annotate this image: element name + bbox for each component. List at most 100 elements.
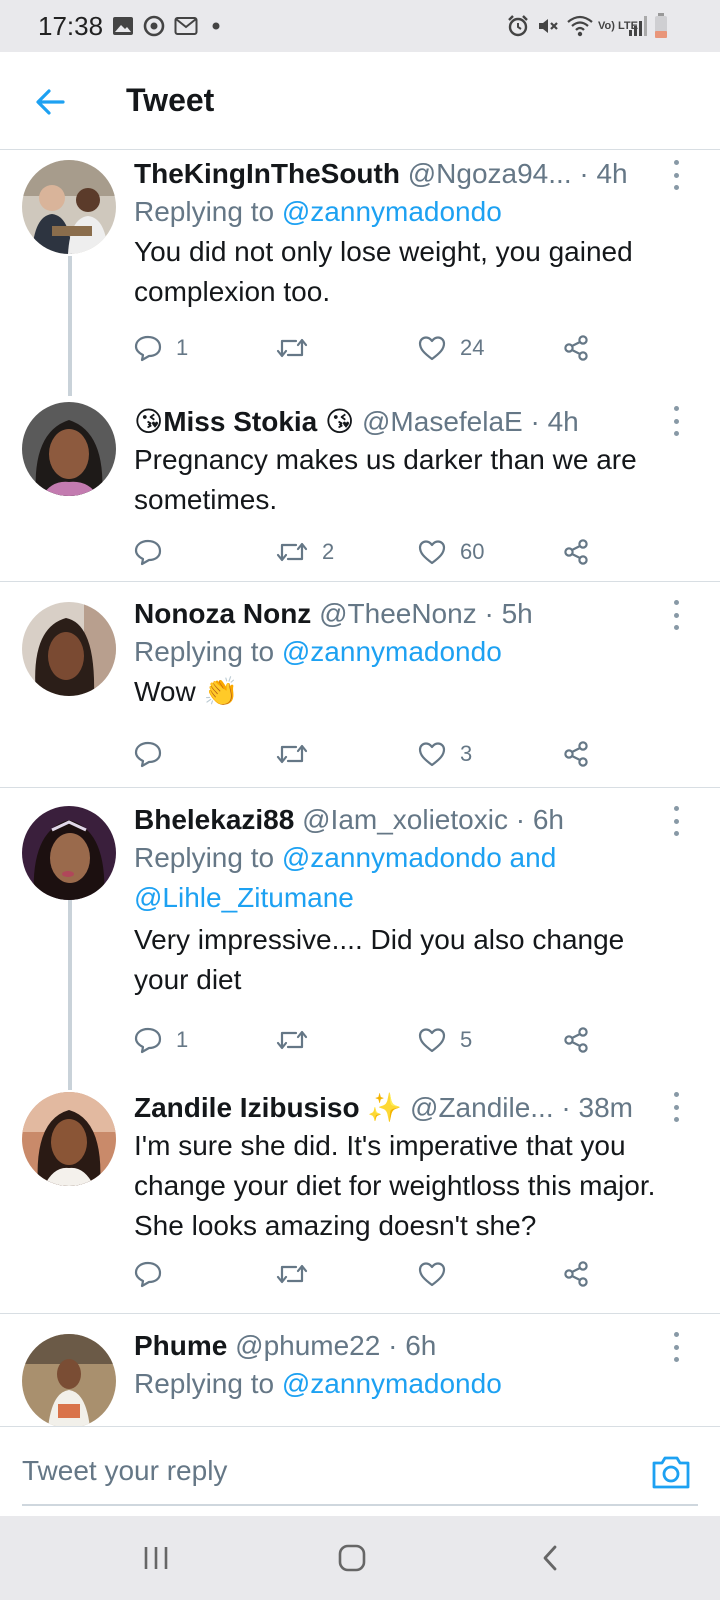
retweet-button[interactable] (276, 328, 322, 368)
camera-icon (652, 1456, 690, 1489)
alarm-icon (506, 12, 530, 40)
author-name[interactable]: Zandile Izibusiso ✨ (134, 1092, 402, 1123)
mention-link[interactable]: @zannymadondo (282, 1368, 502, 1399)
share-icon (564, 1261, 588, 1287)
home-button[interactable] (330, 1538, 374, 1578)
reply-icon (134, 539, 162, 566)
more-icon[interactable] (670, 1092, 682, 1122)
share-button[interactable] (562, 532, 590, 572)
share-button[interactable] (562, 1020, 590, 1060)
avatar[interactable] (22, 602, 116, 696)
status-time: 17:38 (38, 11, 104, 41)
share-button[interactable] (562, 328, 590, 368)
avatar[interactable] (22, 1092, 116, 1186)
replying-label: Replying to (134, 636, 275, 667)
share-button[interactable] (562, 734, 590, 774)
reply-input[interactable]: Tweet your reply (22, 1455, 227, 1487)
tweet-actions: 1 24 (134, 328, 614, 368)
tweet-body: Bhelekazi88 @Iam_xolietoxic · 6h Replyin… (134, 802, 668, 1000)
tweet-header: 😘Miss Stokia 😘 @MasefelaE · 4h (134, 404, 668, 440)
replying-to: Replying to @zannymadondo (134, 632, 668, 672)
recents-button[interactable] (134, 1538, 178, 1578)
tweet-header: Nonoza Nonz @TheeNonz · 5h (134, 596, 668, 632)
author-handle[interactable]: @Zandile... (410, 1092, 554, 1123)
nav-back-button[interactable] (528, 1538, 572, 1578)
tweet-item[interactable]: TheKingInTheSouth @Ngoza94... · 4h Reply… (0, 150, 720, 396)
status-bar: 17:38 Vo) LTE (0, 0, 720, 52)
like-button[interactable]: 60 (418, 532, 484, 572)
reply-icon (134, 1027, 162, 1054)
back-button[interactable] (28, 80, 72, 124)
tweet-time: · 4h (530, 406, 579, 437)
retweet-icon (276, 1030, 308, 1050)
replying-label: Replying to (134, 1368, 275, 1399)
tweet-item[interactable]: 😘Miss Stokia 😘 @MasefelaE · 4h Pregnancy… (0, 386, 720, 582)
author-handle[interactable]: @phume22 (235, 1330, 380, 1361)
tweet-actions (134, 1254, 614, 1294)
like-count: 5 (460, 1027, 473, 1052)
more-icon[interactable] (670, 160, 682, 190)
retweet-button[interactable] (276, 1254, 322, 1294)
author-name[interactable]: 😘Miss Stokia 😘 (134, 406, 354, 437)
tweet-body: Phume @phume22 · 6h Replying to @zannyma… (134, 1328, 668, 1404)
more-icon[interactable] (670, 600, 682, 630)
author-name[interactable]: Phume (134, 1330, 227, 1361)
tweet-thread[interactable]: TheKingInTheSouth @Ngoza94... · 4h Reply… (0, 150, 720, 1426)
avatar[interactable] (22, 402, 116, 496)
like-button[interactable]: 3 (418, 734, 472, 774)
more-icon[interactable] (670, 806, 682, 836)
battery-icon (654, 12, 668, 40)
tweet-body: Zandile Izibusiso ✨ @Zandile... · 38m I'… (134, 1090, 668, 1246)
tweet-item[interactable]: Phume @phume22 · 6h Replying to @zannyma… (0, 1314, 720, 1426)
notification-dot-icon (212, 12, 220, 40)
like-icon (418, 742, 446, 767)
reply-count: 1 (176, 1027, 189, 1052)
like-button[interactable]: 24 (418, 328, 484, 368)
avatar[interactable] (22, 1334, 116, 1426)
author-handle[interactable]: @Ngoza94... (408, 158, 572, 189)
retweet-count: 2 (322, 539, 335, 564)
avatar[interactable] (22, 160, 116, 254)
author-handle[interactable]: @TheeNonz (319, 598, 477, 629)
retweet-button[interactable] (276, 1020, 322, 1060)
tweet-item[interactable]: Zandile Izibusiso ✨ @Zandile... · 38m I'… (0, 1078, 720, 1314)
replying-to: Replying to @zannymadondo and @Lihle_Zit… (134, 838, 668, 918)
like-button[interactable] (418, 1254, 460, 1294)
author-handle[interactable]: @Iam_xolietoxic (302, 804, 508, 835)
more-icon[interactable] (670, 1332, 682, 1362)
retweet-button[interactable] (276, 734, 322, 774)
camera-button[interactable] (650, 1453, 692, 1491)
retweet-icon (276, 744, 308, 764)
tweet-time: · 6h (515, 804, 564, 835)
mention-link[interactable]: @zannymadondo (282, 636, 502, 667)
author-name[interactable]: TheKingInTheSouth (134, 158, 400, 189)
retweet-icon (276, 542, 308, 562)
tweet-text: Pregnancy makes us darker than we are so… (134, 444, 637, 515)
reply-button[interactable]: 1 (134, 1020, 188, 1060)
tweet-text: You did not only lose weight, you gained… (134, 236, 633, 307)
retweet-button[interactable]: 2 (276, 532, 334, 572)
share-icon (564, 335, 588, 361)
wifi-icon (566, 12, 594, 40)
replying-to: Replying to @zannymadondo (134, 1364, 668, 1404)
reply-button[interactable]: 1 (134, 328, 188, 368)
reply-button[interactable] (134, 1254, 176, 1294)
author-name[interactable]: Bhelekazi88 (134, 804, 294, 835)
author-handle[interactable]: @MasefelaE (362, 406, 523, 437)
reply-button[interactable] (134, 734, 176, 774)
nav-back-icon (543, 1545, 557, 1571)
more-icon[interactable] (670, 406, 682, 436)
like-button[interactable]: 5 (418, 1020, 472, 1060)
tweet-item[interactable]: Nonoza Nonz @TheeNonz · 5h Replying to @… (0, 582, 720, 788)
replying-label: Replying to (134, 196, 275, 227)
tweet-text: I'm sure she did. It's imperative that y… (134, 1130, 656, 1241)
author-name[interactable]: Nonoza Nonz (134, 598, 311, 629)
tweet-item[interactable]: Bhelekazi88 @Iam_xolietoxic · 6h Replyin… (0, 788, 720, 1090)
mention-link[interactable]: @zannymadondo (282, 196, 502, 227)
tweet-time: · 5h (484, 598, 533, 629)
avatar[interactable] (22, 806, 116, 900)
tweet-header: Zandile Izibusiso ✨ @Zandile... · 38m (134, 1090, 668, 1126)
share-button[interactable] (562, 1254, 590, 1294)
like-icon (418, 1028, 446, 1053)
reply-button[interactable] (134, 532, 176, 572)
